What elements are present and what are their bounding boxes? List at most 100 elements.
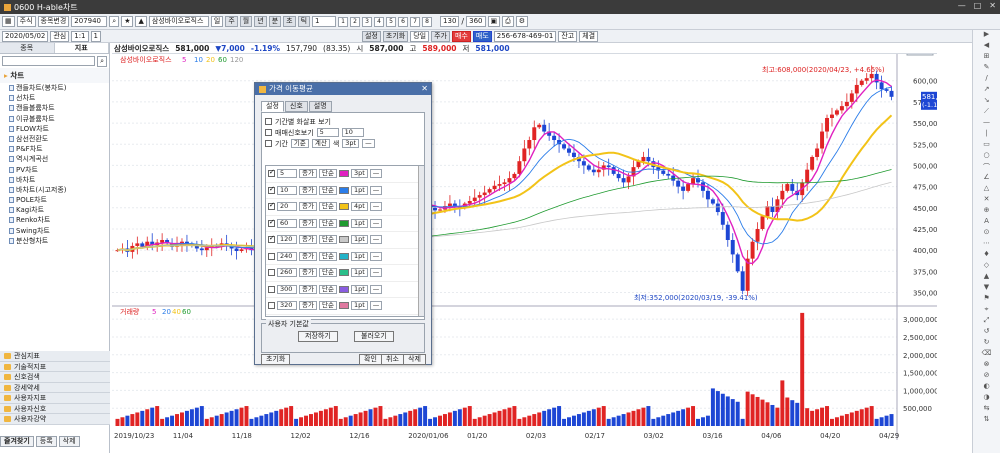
ma-checkbox[interactable] (268, 185, 275, 194)
dialog-tab-description[interactable]: 설명 (308, 101, 332, 112)
ma-period-input[interactable]: 5 (277, 169, 297, 179)
indicator-folder[interactable]: 관심지표 (0, 351, 110, 362)
draw-tool-icon[interactable]: ↗ (973, 85, 1000, 96)
ma-type-select[interactable]: 단순 (318, 185, 337, 195)
setting-button[interactable]: 설정 (361, 30, 381, 42)
tab-stocks[interactable]: 종목 (0, 43, 55, 53)
ma-width-select[interactable]: 1pt (350, 235, 368, 245)
ma-period-input[interactable]: 260 (277, 268, 297, 278)
ma-source-select[interactable]: 종가 (299, 268, 317, 278)
tab-indicators[interactable]: 지표 (54, 43, 109, 53)
ma-source-select[interactable]: 종가 (299, 284, 317, 294)
count-input[interactable]: 1 (312, 16, 337, 27)
ma-source-select[interactable]: 종가 (299, 169, 317, 179)
draw-tool-icon[interactable]: ⊞ (973, 52, 1000, 63)
search-icon[interactable]: ⌕ (97, 56, 107, 67)
ma-style-select[interactable]: — (369, 202, 383, 212)
ma-style-select[interactable]: — (369, 268, 383, 278)
ma-period-input[interactable]: 240 (277, 251, 297, 261)
draw-tool-icon[interactable]: ⌒ (973, 162, 1000, 173)
ma-type-select[interactable]: 단순 (318, 284, 337, 294)
ratio-field[interactable]: 1:1 (71, 30, 89, 42)
ma-list-scrollbar[interactable] (418, 166, 424, 316)
ma-source-select[interactable]: 종가 (299, 202, 317, 212)
draw-tool-icon[interactable]: ⊗ (973, 360, 1000, 371)
draw-tool-icon[interactable]: ⇅ (973, 415, 1000, 426)
arrow-icon[interactable]: ▲ (135, 16, 147, 27)
indicator-folder[interactable]: 강세약세 (0, 382, 110, 393)
ma-type-select[interactable]: 단순 (318, 218, 337, 228)
cancel-button[interactable]: 취소 (381, 354, 404, 365)
opt-base-select[interactable]: 기준 (290, 139, 309, 148)
ma-width-select[interactable]: 1pt (350, 218, 368, 228)
ma-width-select[interactable]: 4pt (350, 202, 368, 212)
period-day[interactable]: 일 (210, 16, 224, 27)
ma-source-select[interactable]: 종가 (299, 235, 317, 245)
draw-tool-icon[interactable]: ↘ (973, 96, 1000, 107)
tree-item[interactable]: 삼선전환도 (0, 134, 109, 144)
tree-item[interactable]: 캔들볼륨차트 (0, 103, 109, 113)
tree-item[interactable]: FLOW차트 (0, 124, 109, 134)
ma-source-select[interactable]: 종가 (299, 218, 317, 228)
ma-width-select[interactable]: 1pt (350, 301, 368, 311)
ma-color-swatch[interactable] (338, 285, 349, 293)
balance-checkbox[interactable]: 잔고 (558, 30, 578, 42)
period-month[interactable]: 월 (239, 16, 253, 27)
draw-tool-icon[interactable]: ⊘ (973, 371, 1000, 382)
draw-tool-icon[interactable]: △ (973, 184, 1000, 195)
dialog-tab-settings[interactable]: 설정 (261, 101, 284, 112)
draw-tool-icon[interactable]: ▼ (973, 283, 1000, 294)
sell-button[interactable]: 매도 (472, 30, 492, 42)
ma-type-select[interactable]: 단순 (318, 268, 337, 278)
ma-style-select[interactable]: — (369, 218, 383, 228)
ma-checkbox[interactable] (268, 234, 275, 244)
delete-button[interactable]: 삭제 (58, 436, 80, 447)
draw-tool-icon[interactable]: ▶ (973, 30, 1000, 41)
draw-tool-icon[interactable]: ⚑ (973, 294, 1000, 305)
ma-source-select[interactable]: 종가 (299, 301, 317, 311)
close-icon[interactable]: ✕ (989, 1, 996, 10)
sidebar-search-input[interactable] (2, 56, 96, 66)
period-week[interactable]: 주 (225, 16, 238, 27)
stock-name-field[interactable]: 삼성바이오로직스 (148, 16, 209, 27)
opt-arrow-checkbox[interactable] (265, 118, 272, 125)
draw-tool-icon[interactable]: ⇆ (973, 404, 1000, 415)
star-icon[interactable]: ★ (121, 16, 134, 27)
opt-signal-checkbox[interactable] (265, 129, 272, 136)
account-select[interactable]: 256-678-469-01 (493, 30, 557, 42)
tree-item[interactable]: 역시계곡선 (0, 154, 109, 164)
ma-style-select[interactable]: — (369, 284, 383, 294)
num-btn-3[interactable]: 3 (362, 16, 373, 27)
ratio-field-2[interactable]: 1 (90, 30, 101, 42)
ma-type-select[interactable]: 단순 (318, 169, 337, 179)
opt-signal-a[interactable]: 5 (316, 128, 339, 137)
print-icon[interactable]: ⎙ (502, 16, 514, 27)
ma-type-select[interactable]: 단순 (318, 235, 337, 245)
period-minute[interactable]: 분 (268, 16, 282, 27)
stock-change-select[interactable]: 종목변경 (37, 16, 70, 27)
draw-tool-icon[interactable]: ∠ (973, 173, 1000, 184)
draw-tool-icon[interactable]: ⊕ (973, 206, 1000, 217)
ma-type-select[interactable]: 단순 (318, 251, 337, 261)
draw-tool-icon[interactable]: — (973, 118, 1000, 129)
tree-item[interactable]: Kagi차트 (0, 205, 109, 215)
ma-period-input[interactable]: 300 (277, 284, 297, 294)
ma-color-swatch[interactable] (338, 203, 349, 211)
ma-checkbox[interactable] (268, 252, 275, 260)
ma-style-select[interactable]: — (369, 185, 383, 195)
ma-type-select[interactable]: 단순 (318, 202, 337, 212)
draw-tool-icon[interactable]: ⊙ (973, 228, 1000, 239)
num-btn-6[interactable]: 6 (398, 16, 409, 27)
view-count-input[interactable]: 130 (440, 16, 460, 27)
tree-item[interactable]: Renko차트 (0, 215, 109, 225)
num-btn-2[interactable]: 2 (350, 16, 361, 27)
buy-button[interactable]: 매수 (451, 30, 471, 42)
draw-tool-icon[interactable]: ✎ (973, 63, 1000, 74)
ma-checkbox[interactable] (268, 168, 275, 178)
save-icon[interactable]: ▣ (487, 16, 501, 27)
opt-width-select[interactable]: 3pt (342, 139, 360, 148)
ma-color-swatch[interactable] (338, 219, 349, 227)
ok-button[interactable]: 확인 (359, 354, 382, 365)
ma-checkbox[interactable] (268, 218, 275, 227)
tree-item[interactable]: 선차트 (0, 93, 109, 103)
